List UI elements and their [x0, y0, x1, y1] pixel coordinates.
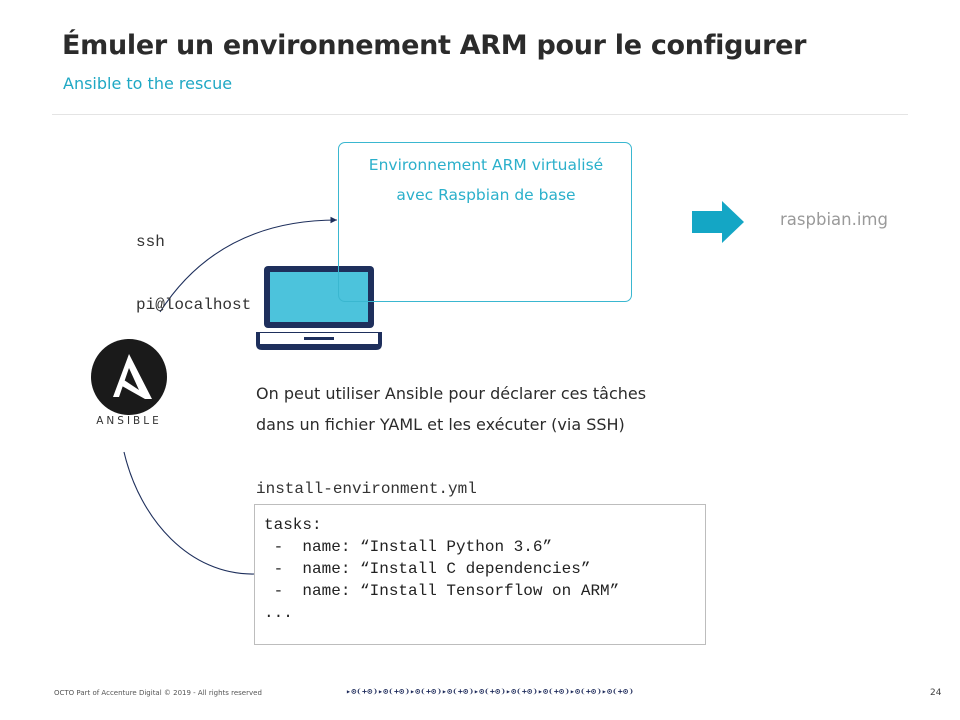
code-line: - name: “Install Tensorflow on ARM” — [264, 582, 620, 600]
right-arrow-icon — [692, 201, 744, 243]
ssh-line-2: pi@localhost — [136, 296, 252, 314]
description-text: On peut utiliser Ansible pour déclarer c… — [256, 378, 776, 440]
footer-decorative-pattern: ▸⊙❨+⊙❩▸⊙❨+⊙❩▸⊙❨+⊙❩▸⊙❨+⊙❩▸⊙❨+⊙❩▸⊙❨+⊙❩▸⊙❨+… — [346, 686, 634, 696]
code-line: - name: “Install Python 3.6” — [264, 538, 553, 556]
yml-connector-curve — [123, 451, 255, 575]
footer-copyright: OCTO Part of Accenture Digital © 2019 - … — [54, 689, 262, 697]
code-line: - name: “Install C dependencies” — [264, 560, 591, 578]
virtual-env-label: Environnement ARM virtualisé avec Raspbi… — [340, 150, 632, 210]
ansible-wordmark: ANSIBLE — [96, 415, 162, 427]
yaml-code-block: tasks: - name: “Install Python 3.6” - na… — [254, 504, 706, 645]
ssh-line-1: ssh — [136, 233, 165, 251]
code-line: tasks: — [264, 516, 322, 534]
page-number: 24 — [930, 688, 942, 698]
description-line-1: On peut utiliser Ansible pour déclarer c… — [256, 384, 647, 403]
description-line-2: dans un fichier YAML et les exécuter (vi… — [256, 415, 625, 434]
output-image-label: raspbian.img — [780, 210, 888, 229]
yml-filename: install-environment.yml — [256, 480, 477, 498]
virtual-env-label-line-1: Environnement ARM virtualisé — [368, 156, 604, 174]
code-line: ... — [264, 604, 293, 622]
ansible-logo-icon — [91, 339, 167, 415]
virtual-env-label-line-2: avec Raspbian de base — [396, 186, 576, 204]
ssh-command: ssh pi@localhost — [136, 190, 251, 337]
